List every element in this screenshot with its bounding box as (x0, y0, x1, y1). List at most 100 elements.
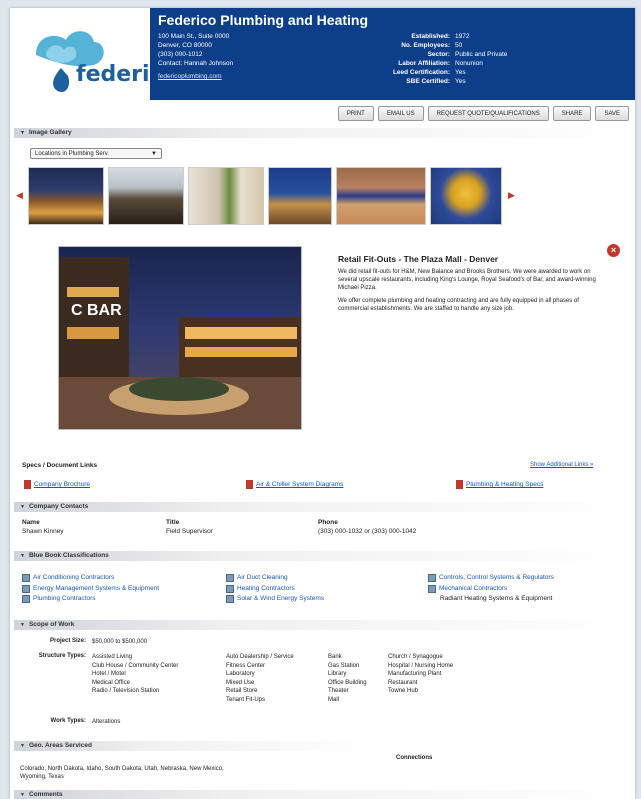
company-profile-page: federico Federico Plumbing and Heating 1… (10, 8, 635, 799)
featured-project-title: Retail Fit-Outs - The Plaza Mall - Denve… (338, 254, 499, 264)
section-title: Image Gallery (28, 129, 72, 136)
classification-item[interactable]: Plumbing Contractors (22, 594, 159, 605)
gallery-thumbnail[interactable] (28, 167, 104, 225)
structure-col-3: Bank Gas Station Library Office Building… (328, 653, 367, 705)
show-additional-links[interactable]: Show Additional Links » (530, 462, 593, 468)
structure-type: Bank (328, 654, 342, 660)
classification-item[interactable]: Energy Management Systems & Equipment (22, 584, 159, 595)
contact-title-col: Title Field Supervisor (166, 519, 213, 536)
section-title: Blue Book Classifications (28, 552, 109, 559)
doc-link-label: Plumbing & Heating Specs (466, 481, 544, 488)
title-header: Title (166, 519, 180, 526)
doc-link[interactable]: Company Brochure (24, 480, 90, 489)
save-button[interactable]: SAVE (595, 106, 629, 121)
contact-name-col: Name Shawn Kinney (22, 519, 64, 536)
checkbox-icon (22, 584, 30, 593)
classification-label: Mechanical Contractors (439, 584, 508, 592)
project-size-value: $50,000 to $500,000 (92, 639, 148, 645)
fact-value: Yes (455, 69, 466, 76)
fact-row: Labor Affiliation: Nonunion (370, 59, 575, 68)
structure-type: Gas Station (328, 662, 360, 669)
classification-label: Air Conditioning Contractors (33, 574, 115, 581)
structure-type: Restaurant (388, 679, 418, 686)
gallery-select-value: Locations in Plumbing Serv. (35, 151, 109, 157)
fact-value: Yes (455, 78, 466, 85)
contact-name: Shawn Kinney (22, 527, 64, 535)
share-button[interactable]: SHARE (552, 106, 592, 121)
email-button[interactable]: EMAIL US (377, 106, 424, 121)
structure-col-4: Church / Synagogue Hospital / Nursing Ho… (388, 653, 453, 696)
gallery-thumbnail[interactable] (268, 167, 332, 225)
droplets-icon (36, 31, 104, 93)
featured-project-description: We did retail fit-outs for H&M, New Bala… (338, 268, 600, 318)
collapse-arrow-icon: ▼ (20, 743, 25, 749)
structure-type: Mixed Use (226, 679, 255, 686)
structure-type: Theater (328, 688, 349, 695)
doc-link[interactable]: Air & Chiller System Diagrams (246, 480, 343, 489)
structure-type: Retail Store (226, 688, 258, 695)
classification-item[interactable]: Air Conditioning Contractors (22, 573, 159, 584)
gallery-select[interactable]: Locations in Plumbing Serv. ▼ (30, 148, 162, 159)
gallery-thumbnail[interactable] (108, 167, 184, 225)
classifications-section-header[interactable]: ▼ Blue Book Classifications (14, 551, 631, 561)
gallery-thumbnail[interactable] (336, 167, 426, 225)
chevron-down-icon: ▼ (151, 151, 157, 157)
classification-item[interactable]: Heating Contractors (226, 584, 324, 595)
image-gallery-section-header[interactable]: ▼ Image Gallery (14, 128, 631, 138)
project-photo-image: C BAR (59, 247, 301, 429)
structure-type: Manufacturing Plant (388, 671, 442, 678)
structure-type: Laboratory (226, 671, 255, 678)
structure-type: Towne Hub (388, 688, 419, 695)
structure-type: Fitness Center (226, 662, 266, 669)
fact-value: Public and Private (455, 51, 508, 58)
checkbox-icon (428, 584, 436, 593)
structure-type: Assisted Living (92, 654, 133, 660)
company-website-link[interactable]: federicoplumbing.com (158, 72, 233, 81)
classification-label: Heating Contractors (237, 584, 295, 592)
svg-text:C BAR: C BAR (71, 302, 122, 319)
gallery-thumbnails (28, 167, 502, 225)
contact-title: Field Supervisor (166, 527, 213, 535)
scope-section-header[interactable]: ▼ Scope of Work (14, 620, 631, 630)
company-contact: Contact: Hannah Johnson (158, 60, 234, 67)
docs-header: Specs / Document Links (22, 462, 98, 469)
pdf-icon (24, 480, 31, 489)
structure-type: Office Building (328, 679, 367, 686)
contacts-section-header[interactable]: ▼ Company Contacts (14, 502, 631, 512)
classification-item[interactable]: Mechanical Contractors (428, 584, 554, 595)
fact-value: 1972 (455, 33, 470, 40)
classifications-col-2: Air Duct Cleaning Heating Contractors So… (226, 573, 324, 605)
gallery-thumbnail[interactable] (430, 167, 502, 225)
gallery-next-arrow-icon[interactable]: ▶ (508, 190, 515, 201)
close-icon[interactable]: × (607, 244, 620, 257)
phone-header: Phone (318, 519, 338, 526)
doc-link-label: Air & Chiller System Diagrams (256, 481, 344, 488)
fact-row: Leed Certification: Yes (370, 68, 575, 77)
classification-item[interactable]: Solar & Wind Energy Systems (226, 594, 324, 605)
gallery-thumbnail[interactable] (188, 167, 264, 225)
checkbox-icon (226, 584, 234, 593)
structure-type: Tenant Fit-Ups (226, 696, 266, 703)
action-toolbar: PRINT EMAIL US REQUEST QUOTE/QUALIFICATI… (337, 106, 629, 121)
description-paragraph: We offer complete plumbing and heating c… (338, 298, 579, 312)
doc-link[interactable]: Plumbing & Heating Specs (456, 480, 543, 489)
pdf-icon (246, 480, 253, 489)
classification-item[interactable]: Air Duct Cleaning (226, 573, 324, 584)
fact-value: Nonunion (455, 60, 483, 67)
contact-phone: (303) 000-1032 or (303) 000-1042 (318, 527, 417, 535)
structure-type: Library (328, 671, 347, 678)
fact-row: Established: 1972 (370, 32, 575, 41)
classification-label: Air Duct Cleaning (237, 574, 288, 581)
collapse-arrow-icon: ▼ (20, 792, 25, 798)
areas-section-header[interactable]: ▼ Geo. Areas Serviced (14, 741, 374, 751)
print-button[interactable]: PRINT (337, 106, 374, 121)
classification-item[interactable]: Controls, Control Systems & Regulators (428, 573, 554, 584)
request-quote-button[interactable]: REQUEST QUOTE/QUALIFICATIONS (427, 106, 549, 121)
structure-type: Mall (328, 696, 340, 703)
section-title: Comments (28, 791, 63, 798)
checkbox-icon (22, 574, 30, 583)
gallery-prev-arrow-icon[interactable]: ◀ (16, 190, 23, 201)
comments-section-header[interactable]: ▼ Comments (14, 790, 631, 799)
collapse-arrow-icon: ▼ (20, 553, 25, 559)
fact-row: Sector: Public and Private (370, 50, 575, 59)
